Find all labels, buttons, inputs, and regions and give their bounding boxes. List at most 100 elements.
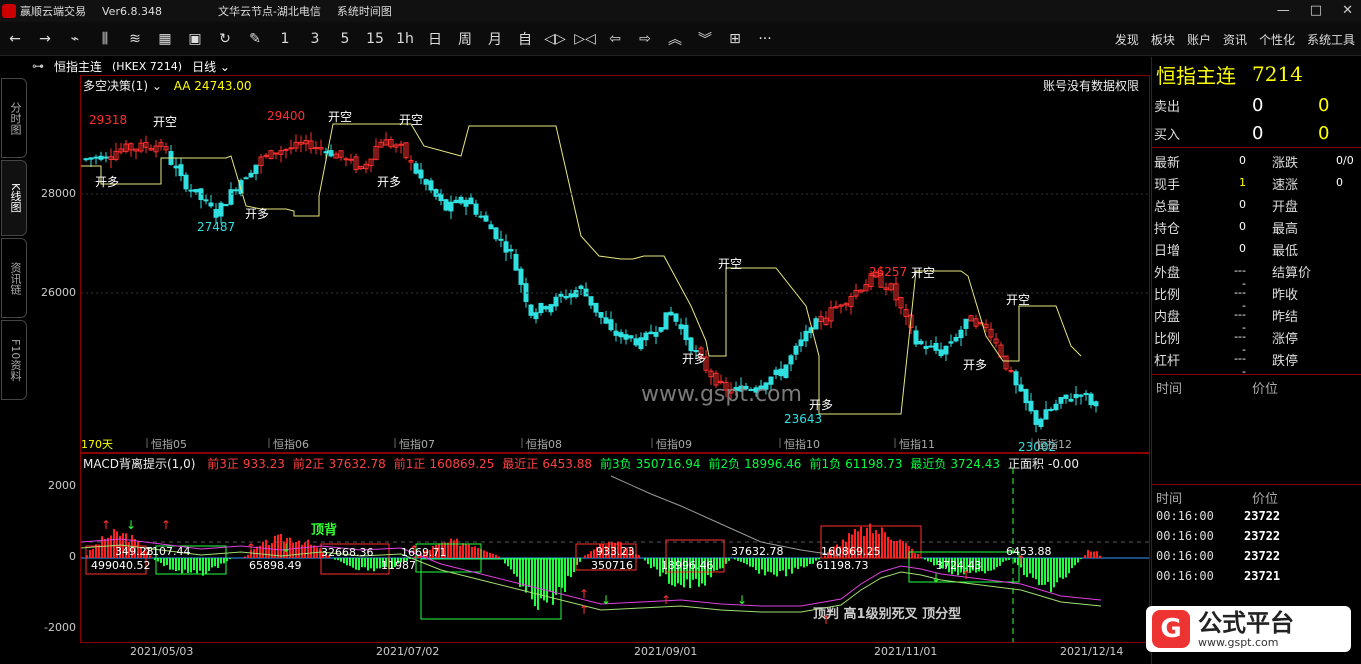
candle-body bbox=[1093, 401, 1099, 407]
period-1h[interactable]: 1h bbox=[390, 31, 420, 47]
refresh-icon[interactable]: ↻ bbox=[210, 31, 240, 47]
zoom-in-icon[interactable]: ◁▷ bbox=[540, 31, 570, 47]
macd-bar bbox=[767, 558, 769, 572]
tick-list-empty bbox=[1152, 396, 1361, 482]
open-long-label: 开多 bbox=[809, 398, 833, 412]
tab-f10[interactable]: F10资料 bbox=[1, 320, 27, 400]
candle-body bbox=[963, 318, 969, 329]
candle-body bbox=[938, 349, 944, 357]
candle-body bbox=[418, 169, 424, 179]
macd-bar bbox=[370, 558, 372, 569]
macd-stat: 前1正 160869.25 bbox=[393, 457, 495, 471]
macd-bar bbox=[498, 556, 500, 558]
period-1min[interactable]: 1 bbox=[270, 31, 300, 47]
draw-icon[interactable]: ✎ bbox=[240, 31, 270, 47]
macd-bar bbox=[462, 543, 464, 558]
quote-label: 现手 bbox=[1154, 178, 1181, 193]
tab-timeshare[interactable]: 分时图 bbox=[1, 78, 27, 158]
macd-title[interactable]: MACD背离提示(1,0) bbox=[83, 457, 195, 471]
macd-bar bbox=[373, 558, 375, 572]
scroll-left-icon[interactable]: ⇦ bbox=[600, 31, 630, 47]
menu-news[interactable]: 资讯 bbox=[1223, 31, 1247, 48]
macd-bar bbox=[486, 551, 488, 558]
candle-body bbox=[218, 202, 224, 217]
candle-body bbox=[423, 179, 429, 185]
quote-label: 速涨 bbox=[1272, 178, 1299, 193]
menu-discover[interactable]: 发现 bbox=[1115, 31, 1139, 48]
quote-label: 涨跌 bbox=[1272, 156, 1299, 171]
zoom-out-icon[interactable]: ▷◁ bbox=[570, 31, 600, 47]
candle-body bbox=[88, 157, 94, 160]
grid-icon[interactable]: ▦ bbox=[150, 31, 180, 47]
macd-bar bbox=[570, 558, 572, 578]
candle-body bbox=[958, 329, 964, 339]
stack-icon[interactable]: ≋ bbox=[120, 31, 150, 47]
save-icon[interactable]: ▣ bbox=[180, 31, 210, 47]
macd-bar bbox=[352, 558, 354, 568]
instrument-name[interactable]: 恒指主连 bbox=[54, 58, 102, 75]
menu-personalize[interactable]: 个性化 bbox=[1259, 31, 1295, 48]
forward-icon[interactable]: → bbox=[30, 31, 60, 47]
candle-body bbox=[548, 304, 554, 313]
more-icon[interactable]: ··· bbox=[750, 31, 780, 47]
line-chart-icon[interactable]: ⌁ bbox=[60, 31, 90, 47]
macd-bar-label: 18996.46 bbox=[661, 559, 714, 572]
period-custom[interactable]: 自 bbox=[510, 29, 540, 49]
chain-icon[interactable]: ⊶ bbox=[32, 59, 44, 73]
macd-bar bbox=[779, 558, 781, 572]
period-day[interactable]: 日 bbox=[420, 29, 450, 49]
macd-bar bbox=[558, 558, 560, 588]
quote-label: 最高 bbox=[1272, 222, 1299, 237]
candle-body bbox=[668, 311, 674, 316]
macd-bar bbox=[292, 542, 294, 558]
period-select[interactable]: 日线 ⌄ bbox=[192, 58, 230, 75]
period-3min[interactable]: 3 bbox=[300, 31, 330, 47]
candle-body bbox=[448, 201, 454, 212]
scroll-right-icon[interactable]: ⇨ bbox=[630, 31, 660, 47]
menu-sector[interactable]: 板块 bbox=[1151, 31, 1175, 48]
close-button[interactable]: ✕ bbox=[1342, 3, 1353, 18]
layout-icon[interactable]: ⊞ bbox=[720, 31, 750, 47]
candle-body bbox=[538, 302, 544, 314]
maximize-button[interactable]: □ bbox=[1310, 3, 1322, 18]
down-arrow-icon: ↓ bbox=[931, 571, 941, 585]
kline-chart[interactable]: 29318 29400 26257 27487 23643 23002 开空 开空 开空 开空 开空… bbox=[80, 75, 1150, 453]
open-long-label: 开多 bbox=[963, 358, 987, 372]
candle-icon[interactable]: ⫼ bbox=[90, 31, 120, 47]
up-icon[interactable]: ︽ bbox=[660, 29, 690, 49]
down-arrow-icon: ↓ bbox=[737, 593, 747, 607]
macd-bar-label: 1107.44 bbox=[145, 545, 191, 558]
candle-body bbox=[343, 158, 349, 161]
tick-price: 23722 bbox=[1244, 509, 1281, 523]
tab-news-chain[interactable]: 资讯链 bbox=[1, 238, 27, 318]
minimize-button[interactable]: — bbox=[1277, 3, 1290, 18]
macd-bar bbox=[247, 554, 249, 558]
quote-label[interactable]: 结算价 bbox=[1272, 262, 1311, 281]
menu-account[interactable]: 账户 bbox=[1187, 31, 1211, 48]
quote-row: 日增 0 最低 bbox=[1152, 240, 1361, 262]
macd-bar bbox=[996, 558, 998, 568]
macd-bar bbox=[208, 558, 210, 571]
candle-body bbox=[433, 189, 439, 197]
x-tick: 恒指12 bbox=[1036, 437, 1072, 451]
period-month[interactable]: 月 bbox=[480, 29, 510, 49]
period-week[interactable]: 周 bbox=[450, 29, 480, 49]
down-icon[interactable]: ︾ bbox=[690, 29, 720, 49]
strategy-label[interactable]: 多空决策(1) ⌄ AA 24743.00 bbox=[83, 77, 252, 94]
macd-chart[interactable]: ↑ ↓ ↑ ↑ ↓ ↑ ↑ ↓ ↑ ↑ ↓ ↑ ↓ ↑ ↑ 349.28 1107.44 32668.36 1669… bbox=[80, 453, 1150, 643]
quote-value: 0 bbox=[1239, 220, 1246, 233]
back-icon[interactable]: ← bbox=[0, 31, 30, 47]
macd-bar bbox=[716, 558, 718, 571]
macd-bar bbox=[933, 558, 935, 566]
macd-bar bbox=[1084, 555, 1086, 558]
macd-bar bbox=[528, 558, 530, 588]
macd-bar bbox=[990, 558, 992, 571]
macd-bar bbox=[590, 551, 592, 558]
candle-body bbox=[398, 143, 404, 146]
macd-bar bbox=[295, 541, 297, 558]
tab-kline[interactable]: K线图 bbox=[1, 160, 27, 236]
period-15min[interactable]: 15 bbox=[360, 31, 390, 47]
period-5min[interactable]: 5 bbox=[330, 31, 360, 47]
macd-bar bbox=[92, 548, 94, 558]
menu-system-tools[interactable]: 系统工具 bbox=[1307, 31, 1355, 48]
